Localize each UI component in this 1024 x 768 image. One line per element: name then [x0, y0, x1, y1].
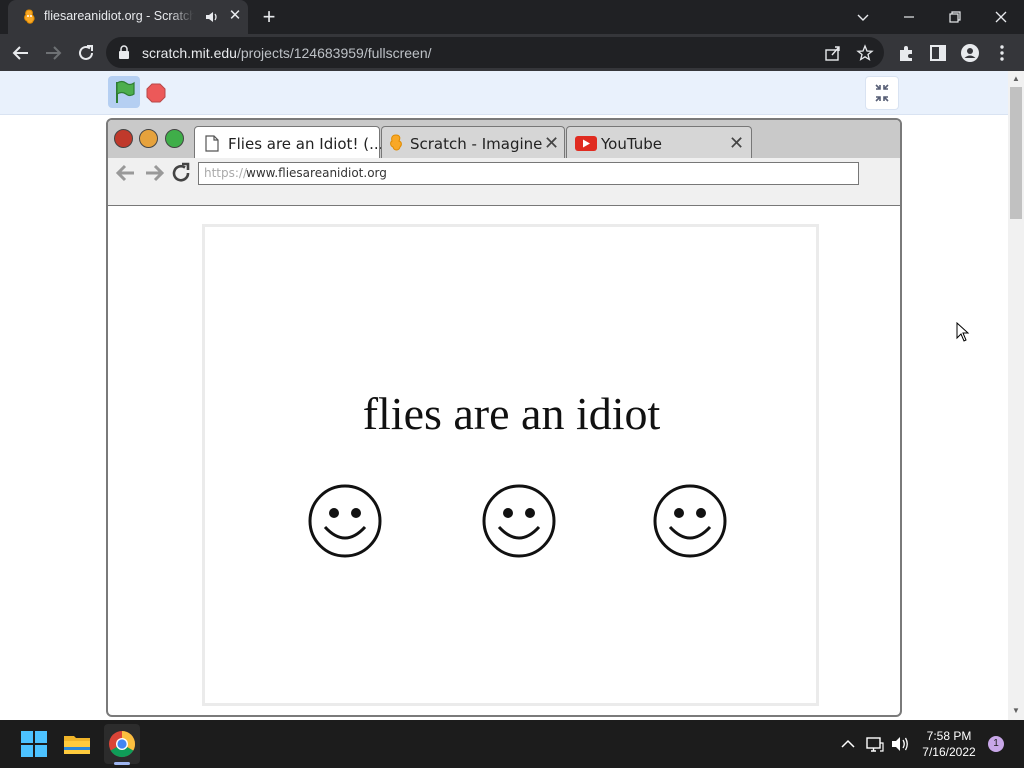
close-icon	[995, 11, 1007, 23]
smiley-icon	[653, 484, 727, 558]
page-scrollbar[interactable]: ▲ ▼	[1008, 71, 1024, 720]
stage-address-protocol: https://	[204, 166, 248, 180]
reload-icon[interactable]	[75, 42, 97, 64]
forward-icon[interactable]	[42, 42, 64, 64]
scratch-favicon-icon	[24, 9, 35, 24]
taskbar-active-indicator	[114, 762, 130, 765]
browser-toolbar: scratch.mit.edu/projects/124683959/fulls…	[0, 34, 1024, 71]
stage-tab-1-label: Flies are an Idiot! (...	[228, 135, 384, 153]
smiley-icon	[482, 484, 556, 558]
smiley-icon	[308, 484, 382, 558]
restore-icon	[949, 11, 961, 23]
exit-fullscreen-icon	[875, 84, 889, 102]
youtube-icon	[575, 136, 597, 151]
address-bar[interactable]: scratch.mit.edu/projects/124683959/fulls…	[106, 37, 884, 68]
minimize-icon	[904, 16, 914, 18]
file-explorer-icon[interactable]	[61, 728, 93, 760]
minimize-button[interactable]	[886, 0, 932, 34]
scrollbar-thumb[interactable]	[1010, 87, 1022, 219]
stage-page: flies are an idiot	[202, 224, 819, 706]
chrome-icon[interactable]	[106, 728, 138, 760]
scroll-down-icon[interactable]: ▼	[1011, 706, 1021, 716]
side-panel-icon[interactable]	[927, 42, 949, 64]
stage-reload-icon	[172, 162, 190, 182]
stage-tab-3: YouTube ✕	[566, 126, 752, 158]
menu-kebab-icon[interactable]	[991, 42, 1013, 64]
stage-tab-2-close-icon: ✕	[544, 133, 560, 153]
taskbar: 7:58 PM 7/16/2022 1	[0, 720, 1024, 768]
stage-tab-3-close-icon: ✕	[729, 133, 745, 153]
red-traffic-light-icon	[114, 129, 133, 148]
clock-time: 7:58 PM	[926, 729, 972, 743]
exit-fullscreen-button[interactable]	[865, 76, 899, 110]
scratch-icon	[390, 134, 402, 151]
new-tab-button[interactable]: +	[258, 6, 280, 28]
green-flag-icon	[116, 80, 135, 103]
stage-address-bar: https:// www.fliesareanidiot.org	[198, 162, 859, 185]
notification-badge[interactable]: 1	[988, 736, 1004, 752]
tab-title: fliesareanidiot.org - Scratch	[44, 9, 194, 23]
stage-tab-3-label: YouTube	[601, 135, 662, 153]
stage-address-domain: www.fliesareanidiot.org	[246, 166, 387, 180]
lock-icon[interactable]	[118, 45, 130, 59]
url-text: scratch.mit.edu/projects/124683959/fulls…	[142, 45, 432, 61]
tab-strip: fliesareanidiot.org - Scratch ✕ +	[0, 0, 1024, 34]
tab-search-button[interactable]	[840, 0, 886, 34]
green-traffic-light-icon	[165, 129, 184, 148]
tab-active[interactable]: fliesareanidiot.org - Scratch ✕	[8, 0, 248, 34]
profile-icon[interactable]	[959, 42, 981, 64]
extensions-icon[interactable]	[895, 42, 917, 64]
url-host: scratch.mit.edu	[142, 45, 237, 61]
close-window-button[interactable]	[978, 0, 1024, 34]
scroll-up-icon[interactable]: ▲	[1011, 74, 1021, 84]
yellow-traffic-light-icon	[139, 129, 158, 148]
speaker-icon[interactable]	[204, 9, 220, 25]
system-clock[interactable]: 7:58 PM 7/16/2022	[914, 728, 984, 760]
chevron-up-icon[interactable]	[838, 734, 858, 754]
star-icon[interactable]	[856, 44, 874, 62]
network-icon[interactable]	[865, 734, 885, 754]
share-icon[interactable]	[824, 44, 842, 62]
green-flag-button[interactable]	[108, 76, 140, 108]
url-path: /projects/124683959/fullscreen/	[236, 45, 432, 61]
stage-forward-icon	[146, 164, 165, 182]
mouse-cursor-icon	[956, 322, 970, 342]
tab-close-icon[interactable]: ✕	[227, 8, 243, 24]
stage-toolbar: https:// www.fliesareanidiot.org	[108, 158, 900, 206]
chevron-down-icon	[857, 14, 869, 21]
stage-tab-strip: Flies are an Idiot! (... Scratch - Imagi…	[108, 120, 900, 158]
windows-start-icon[interactable]	[18, 728, 50, 760]
stage-tab-2: Scratch - Imagine ✕	[381, 126, 565, 158]
document-icon	[205, 135, 219, 152]
stop-icon[interactable]	[146, 83, 166, 103]
back-icon[interactable]	[10, 42, 32, 64]
restore-button[interactable]	[932, 0, 978, 34]
stage-back-icon	[115, 164, 134, 182]
scratch-controls-bar	[0, 71, 1008, 115]
scratch-stage[interactable]: Flies are an Idiot! (... Scratch - Imagi…	[106, 118, 902, 717]
volume-icon[interactable]	[890, 734, 910, 754]
clock-date: 7/16/2022	[922, 745, 976, 759]
stage-tab-2-label: Scratch - Imagine	[410, 135, 543, 153]
page-headline: flies are an idiot	[362, 388, 661, 439]
stage-tab-1: Flies are an Idiot! (...	[194, 126, 384, 158]
